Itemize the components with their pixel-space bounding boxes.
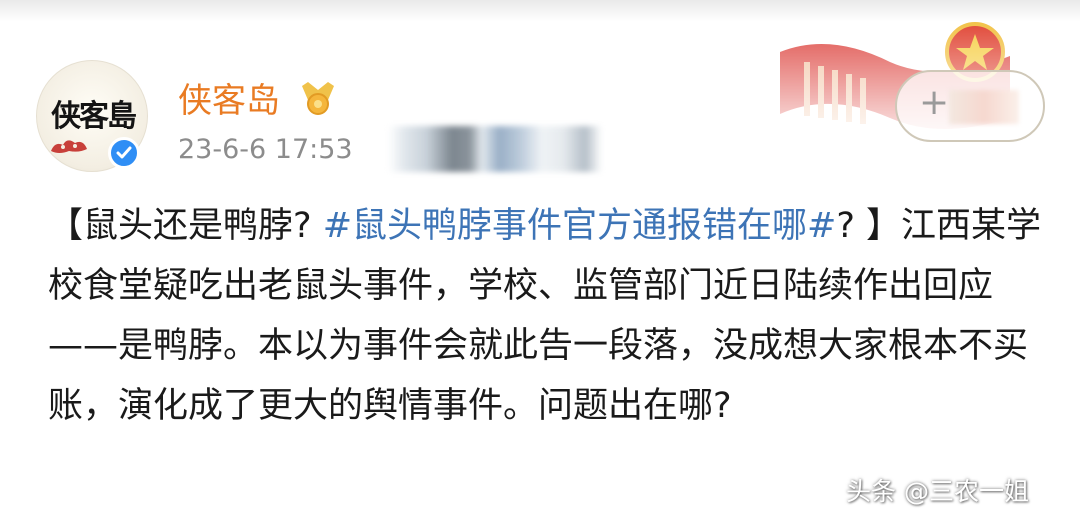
auspicious-cloud-icon — [51, 140, 87, 153]
plus-icon: + — [919, 82, 950, 123]
author-name[interactable]: 侠客岛 — [178, 73, 280, 122]
post-content: 【鼠头还是鸭脖? #鼠头鸭脖事件官方通报错在哪#? 】江西某学校食堂疑吃出老鼠头… — [48, 196, 1048, 436]
top-edge-shadow — [0, 0, 1080, 22]
post-title-prefix: 【鼠头还是鸭脖? — [48, 206, 323, 246]
hashtag-link[interactable]: #鼠头鸭脖事件官方通报错在哪# — [323, 206, 837, 246]
avatar-logo-text: 侠客島 — [51, 99, 137, 134]
post-timestamp: 23-6-6 17:53 — [178, 134, 353, 165]
obscured-source-text — [388, 126, 602, 172]
watermark: 头条 @三农一姐 — [846, 477, 1029, 506]
verified-badge-icon — [108, 137, 140, 169]
obscured-follow-label — [949, 90, 1019, 124]
follow-button[interactable]: + — [895, 70, 1045, 142]
member-badge-icon — [302, 82, 334, 115]
